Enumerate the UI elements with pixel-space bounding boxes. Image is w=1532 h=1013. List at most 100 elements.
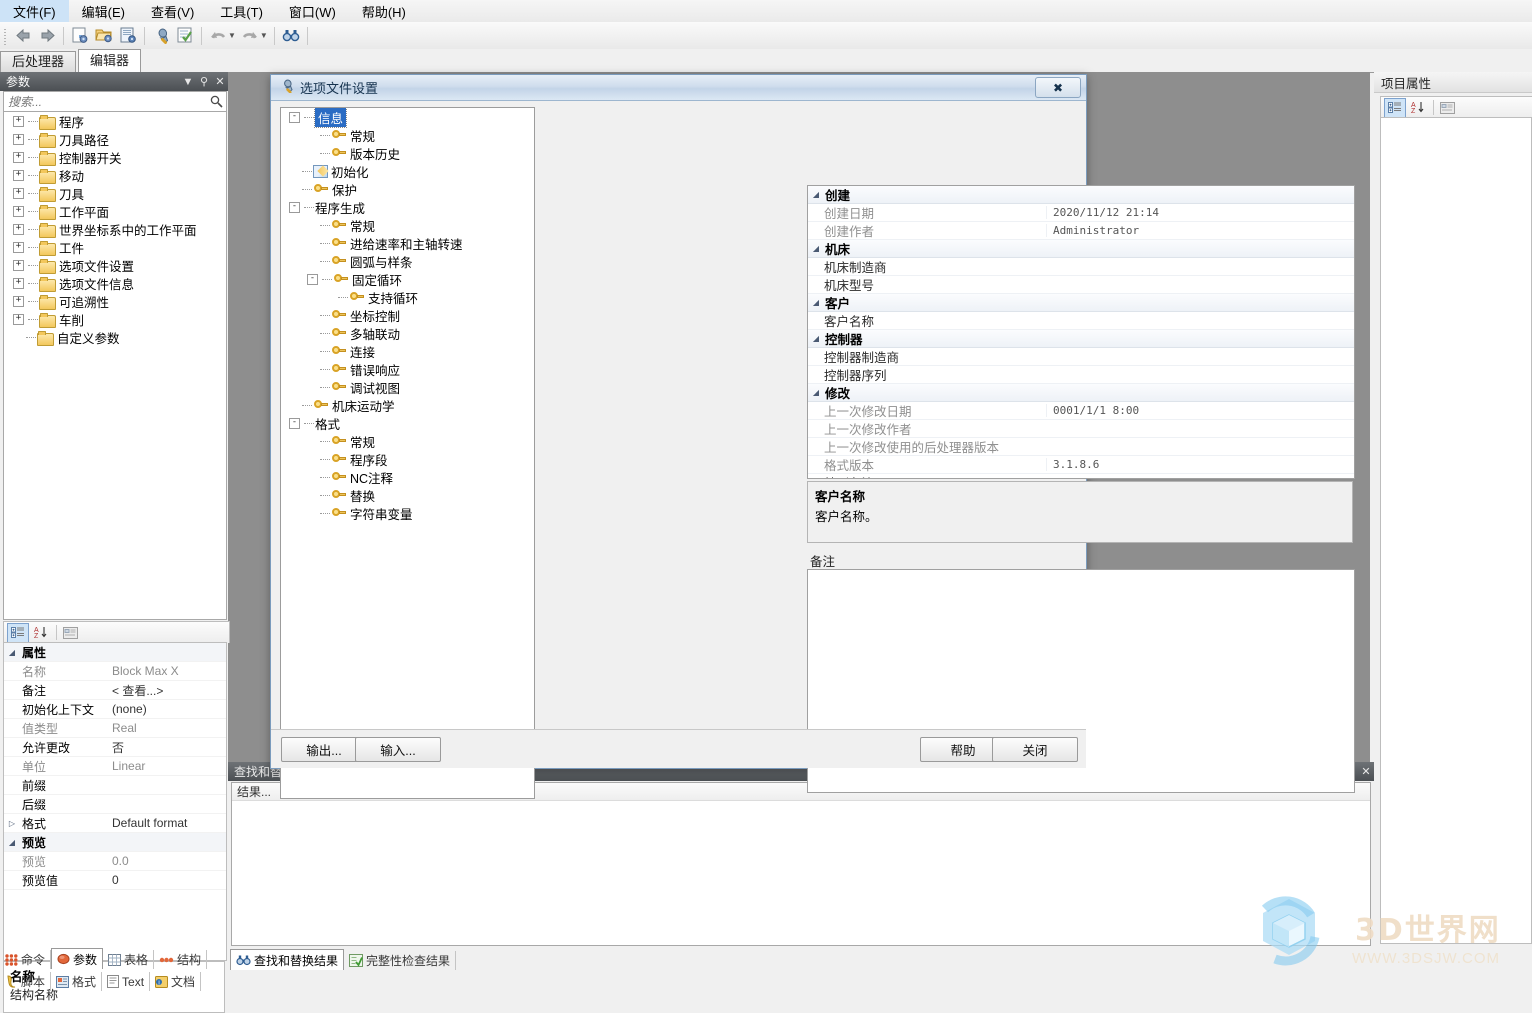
- property-value[interactable]: 否: [108, 739, 226, 756]
- toolbar-grip[interactable]: [2, 26, 9, 45]
- dialog-tree-item[interactable]: 程序段: [281, 450, 534, 468]
- dialog-property-row[interactable]: 创建日期 2020/11/12 21:14: [808, 204, 1354, 222]
- property-pages-icon[interactable]: [1437, 99, 1457, 117]
- expand-icon[interactable]: +: [13, 205, 24, 217]
- dialog-settings-tree[interactable]: - 信息 常规 版本历史 初始化 保护 - 程序生成 常规 进给速率和主轴转速 圆弧与样条 - 固定循环…: [280, 107, 535, 799]
- property-row[interactable]: 后缀: [4, 795, 226, 814]
- expand-icon[interactable]: +: [13, 115, 24, 127]
- expand-icon[interactable]: +: [13, 187, 24, 199]
- tree-item[interactable]: + 车削: [4, 310, 226, 328]
- property-row[interactable]: 允许更改 否: [4, 738, 226, 757]
- save-icon[interactable]: [117, 25, 139, 47]
- dialog-property-category-row[interactable]: ◢ 创建: [808, 186, 1354, 204]
- expand-icon[interactable]: +: [13, 277, 24, 289]
- dialog-title-bar[interactable]: 选项文件设置 ✖: [271, 75, 1086, 101]
- property-value[interactable]: 0.0: [108, 854, 226, 868]
- dialog-property-category-row[interactable]: ◢ 机床: [808, 240, 1354, 258]
- find-binoculars-icon[interactable]: [280, 25, 302, 47]
- expand-icon[interactable]: ▷: [4, 819, 20, 828]
- search-icon[interactable]: [206, 95, 226, 108]
- tree-item[interactable]: + 刀具路径: [4, 130, 226, 148]
- dialog-tree-item[interactable]: 调试视图: [281, 378, 534, 396]
- parameters-tree[interactable]: + 程序 + 刀具路径 + 控制器开关 + 移动 + 刀具 + 工作平面 + 世界坐标系中的工作平面 + 工件…: [3, 111, 227, 620]
- collapse-icon[interactable]: -: [307, 273, 318, 285]
- dialog-tree-item[interactable]: 多轴联动: [281, 324, 534, 342]
- dialog-tree-item[interactable]: 连接: [281, 342, 534, 360]
- collapse-icon[interactable]: ◢: [808, 334, 824, 343]
- tree-item[interactable]: + 选项文件信息: [4, 274, 226, 292]
- dialog-tree-item[interactable]: - 格式: [281, 414, 534, 432]
- dialog-tree-item[interactable]: - 固定循环: [281, 270, 534, 288]
- categorized-view-icon[interactable]: [7, 622, 29, 643]
- panel-tab-完整性检查结果[interactable]: 完整性检查结果: [344, 951, 457, 970]
- tree-item[interactable]: + 选项文件设置: [4, 256, 226, 274]
- property-value[interactable]: Block Max X: [108, 664, 226, 678]
- property-row[interactable]: 名称 Block Max X: [4, 662, 226, 681]
- panel-tab-命令[interactable]: 命令: [0, 950, 52, 969]
- verify-icon[interactable]: [174, 25, 196, 47]
- expand-icon[interactable]: +: [13, 133, 24, 145]
- property-row[interactable]: 值类型 Real: [4, 719, 226, 738]
- expand-icon[interactable]: +: [13, 151, 24, 163]
- menu-item-edit[interactable]: 编辑(E): [69, 0, 138, 23]
- property-category-row[interactable]: ◢ 预览: [4, 833, 226, 852]
- expand-icon[interactable]: +: [13, 313, 24, 325]
- dialog-property-row[interactable]: 上一次修改日期 0001/1/1 8:00: [808, 402, 1354, 420]
- dialog-property-category-row[interactable]: ◢ 控制器: [808, 330, 1354, 348]
- collapse-icon[interactable]: ◢: [4, 838, 20, 847]
- parameter-property-grid[interactable]: ◢ 属性 名称 Block Max X 备注 < 查看...> 初始化上下文 (none) 值类…: [3, 642, 227, 961]
- dialog-tree-item[interactable]: - 信息: [281, 108, 534, 128]
- project-properties-grid[interactable]: [1380, 117, 1532, 944]
- close-button[interactable]: 关闭: [992, 737, 1078, 762]
- property-row[interactable]: 预览值 0: [4, 871, 226, 890]
- results-list[interactable]: 结果...: [231, 782, 1371, 946]
- dialog-property-grid[interactable]: ◢ 创建 创建日期 2020/11/12 21:14 创建作者 Administrator…: [807, 185, 1355, 479]
- dialog-property-row[interactable]: 客户名称: [808, 312, 1354, 330]
- import-button[interactable]: 输入...: [355, 737, 441, 762]
- dialog-tree-item[interactable]: 替换: [281, 486, 534, 504]
- property-value[interactable]: Linear: [108, 759, 226, 773]
- alphabetical-sort-icon[interactable]: A Z: [31, 624, 51, 642]
- search-input[interactable]: [4, 93, 206, 110]
- undo-icon[interactable]: [207, 25, 229, 47]
- new-document-icon[interactable]: [69, 25, 91, 47]
- dialog-property-row[interactable]: 机床型号: [808, 276, 1354, 294]
- dialog-tree-item[interactable]: 常规: [281, 216, 534, 234]
- property-value[interactable]: Default format: [108, 816, 226, 830]
- dialog-property-row[interactable]: 特别备注: [808, 474, 1354, 478]
- tab-editor[interactable]: 编辑器: [78, 49, 142, 73]
- dialog-tree-item[interactable]: 常规: [281, 126, 534, 144]
- dialog-tree-item[interactable]: 支持循环: [281, 288, 534, 306]
- redo-dropdown-icon[interactable]: ▼: [260, 31, 268, 40]
- collapse-icon[interactable]: -: [289, 417, 300, 429]
- property-value[interactable]: < 查看...>: [108, 682, 226, 699]
- dialog-tree-item[interactable]: 圆弧与样条: [281, 252, 534, 270]
- panel-tab-表格[interactable]: 表格: [103, 950, 155, 969]
- property-row[interactable]: ▷ 格式 Default format: [4, 814, 226, 833]
- dialog-property-row[interactable]: 控制器序列: [808, 366, 1354, 384]
- dialog-property-row[interactable]: 创建作者 Administrator: [808, 222, 1354, 240]
- collapse-icon[interactable]: ◢: [808, 298, 824, 307]
- tree-item[interactable]: + 刀具: [4, 184, 226, 202]
- dialog-property-value[interactable]: 0001/1/1 8:00: [1046, 404, 1354, 417]
- collapse-icon[interactable]: ◢: [4, 648, 20, 657]
- tree-item[interactable]: + 移动: [4, 166, 226, 184]
- tree-item[interactable]: + 控制器开关: [4, 148, 226, 166]
- panel-tab-参数[interactable]: 参数: [51, 948, 104, 969]
- dialog-tree-item[interactable]: 常规: [281, 432, 534, 450]
- menu-item-tools[interactable]: 工具(T): [207, 0, 276, 23]
- property-row[interactable]: 备注 < 查看...>: [4, 681, 226, 700]
- collapse-icon[interactable]: ◢: [808, 244, 824, 253]
- expand-icon[interactable]: +: [13, 295, 24, 307]
- tree-item[interactable]: + 工件: [4, 238, 226, 256]
- property-value[interactable]: 0: [108, 873, 226, 887]
- dialog-property-category-row[interactable]: ◢ 客户: [808, 294, 1354, 312]
- menu-item-help[interactable]: 帮助(H): [349, 0, 419, 23]
- property-row[interactable]: 初始化上下文 (none): [4, 700, 226, 719]
- close-icon[interactable]: ✕: [212, 74, 228, 90]
- dialog-tree-item[interactable]: NC注释: [281, 468, 534, 486]
- dialog-tree-item[interactable]: 版本历史: [281, 144, 534, 162]
- categorized-view-icon[interactable]: [1384, 97, 1406, 118]
- dialog-property-row[interactable]: 上一次修改使用的后处理器版本: [808, 438, 1354, 456]
- back-arrow-icon[interactable]: [12, 25, 34, 47]
